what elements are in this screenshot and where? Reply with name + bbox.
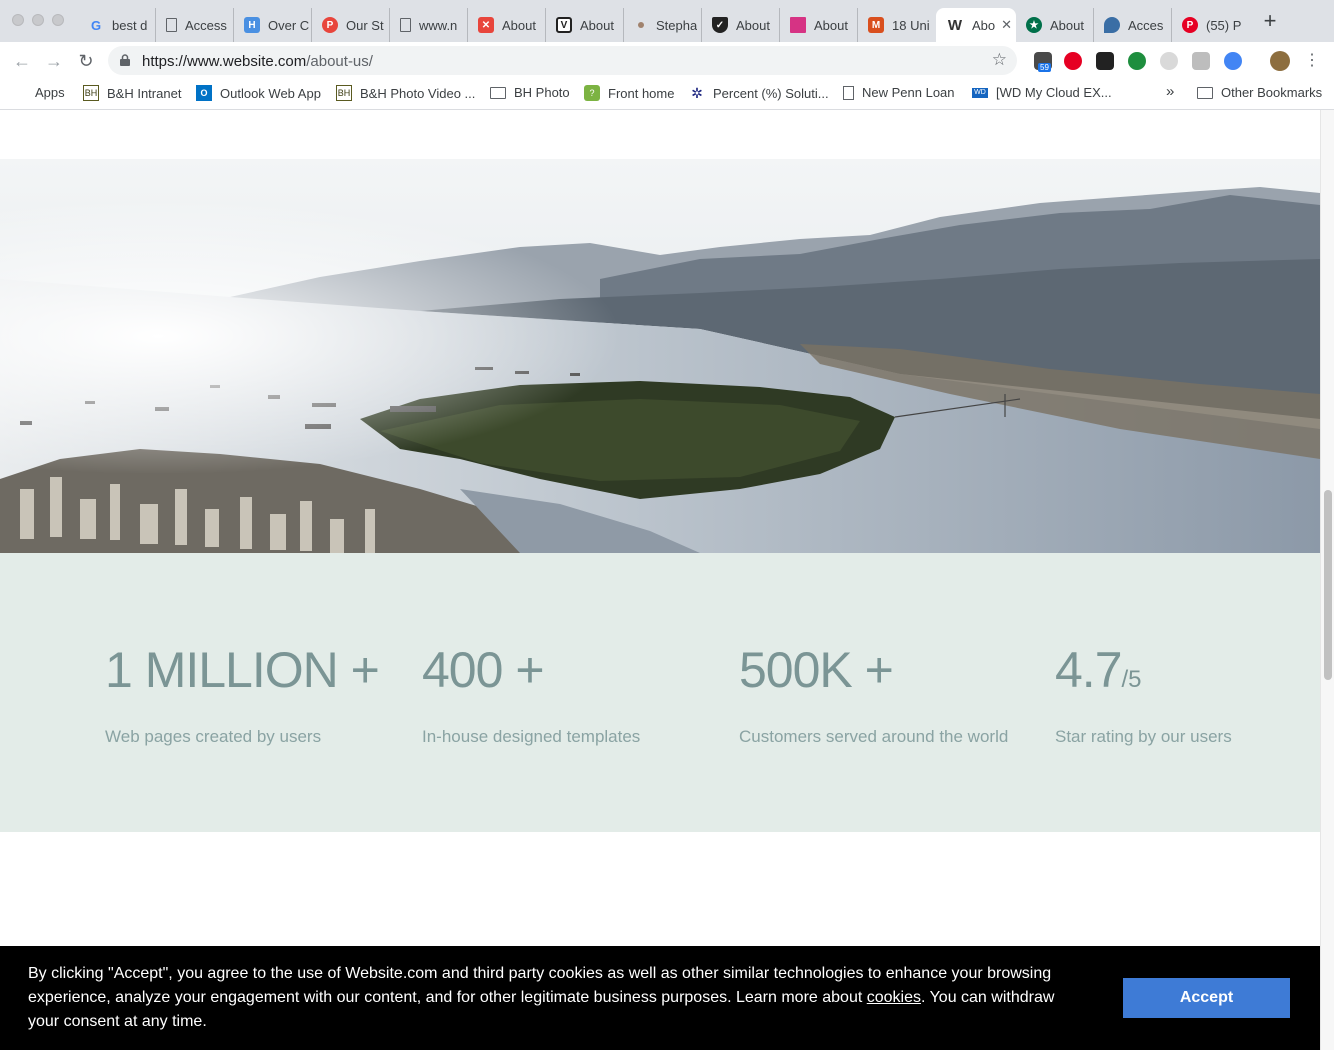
podia-icon: P — [322, 17, 338, 33]
sync-extension-icon[interactable] — [1224, 52, 1242, 70]
menu-kebab-icon[interactable]: ⋮ — [1301, 50, 1323, 72]
tab-8[interactable]: ✓ About — [702, 8, 780, 42]
tab-10[interactable]: M 18 Uni — [858, 8, 936, 42]
apps-grid-icon — [14, 86, 27, 99]
bookmarks-bar: Apps BH B&H Intranet O Outlook Web App B… — [0, 79, 1334, 110]
stat-value: 400 + — [422, 642, 545, 698]
bookmark-percent[interactable]: ✲ Percent (%) Soluti... — [689, 84, 828, 101]
url-text: https://www.website.com/about-us/ — [142, 53, 373, 70]
bookmark-outlook[interactable]: O Outlook Web App — [196, 85, 321, 101]
pink-square-icon — [790, 17, 806, 33]
tab-2[interactable]: H Over C — [234, 8, 312, 42]
tab-9[interactable]: About — [780, 8, 858, 42]
gray-extension-icon[interactable] — [1192, 52, 1210, 70]
address-bar[interactable]: https://www.website.com/about-us/ ☆ — [108, 46, 1017, 75]
tab-14[interactable]: P (55) P — [1172, 8, 1250, 42]
folder-icon — [1197, 86, 1213, 99]
tab-strip: G best d Access H Over C P Our St www.n … — [0, 0, 1334, 42]
bird-icon — [1104, 17, 1120, 33]
bookmarks-overflow-button[interactable]: » — [1166, 83, 1174, 100]
close-tab-icon[interactable]: ✕ — [1001, 17, 1012, 33]
cookie-message: By clicking "Accept", you agree to the u… — [28, 965, 1055, 1030]
stat-label: Star rating by our users — [1055, 727, 1232, 746]
tab-active[interactable]: W Abo ✕ — [936, 8, 1016, 42]
google-icon: G — [90, 17, 102, 33]
wd-icon: WD — [972, 87, 988, 98]
page-content: 1 MILLION + Web pages created by users 4… — [0, 110, 1320, 1050]
square-icon — [638, 22, 644, 28]
document-icon — [166, 18, 177, 32]
extension-badge: 59 — [1038, 63, 1051, 72]
reload-button[interactable]: ↻ — [75, 50, 97, 72]
bookmark-apps[interactable]: Apps — [14, 85, 65, 100]
w-icon: W — [947, 16, 963, 34]
profile-avatar[interactable] — [1270, 51, 1290, 71]
stat-star-rating: 4.7/5 Star rating by our users — [1055, 641, 1232, 747]
cloud-extension-icon[interactable] — [1160, 52, 1178, 70]
stat-customers: 500K + Customers served around the world — [739, 641, 1008, 747]
buffer-extension-icon[interactable] — [1096, 52, 1114, 70]
bookmark-bh-photo-video[interactable]: BH B&H Photo Video ... — [336, 85, 475, 101]
cookie-banner: By clicking "Accept", you agree to the u… — [0, 946, 1320, 1050]
cookies-link[interactable]: cookies — [867, 989, 921, 1006]
stat-web-pages: 1 MILLION + Web pages created by users — [105, 641, 380, 747]
lock-icon — [120, 54, 130, 66]
bh-icon: BH — [83, 85, 99, 101]
red-logo-icon: ✕ — [478, 17, 494, 33]
stat-label: In-house designed templates — [422, 727, 641, 746]
forward-button[interactable]: → — [43, 50, 65, 72]
window-minimize-button[interactable] — [32, 14, 44, 26]
bookmark-front-home[interactable]: ? Front home — [584, 85, 674, 101]
document-icon — [400, 18, 411, 32]
tab-3[interactable]: P Our St — [312, 8, 390, 42]
bookmark-wd-cloud[interactable]: WD [WD My Cloud EX... — [972, 85, 1112, 100]
stat-label: Customers served around the world — [739, 727, 1009, 746]
tab-7[interactable]: Stepha — [624, 8, 702, 42]
hero-image — [0, 159, 1320, 553]
stat-templates: 400 + In-house designed templates — [422, 641, 640, 747]
stat-value: 500K + — [739, 642, 894, 698]
document-icon — [843, 85, 854, 100]
front-icon: ? — [584, 85, 600, 101]
bh-icon: BH — [336, 85, 352, 101]
pinterest-extension-icon[interactable] — [1064, 52, 1082, 70]
window-close-button[interactable] — [12, 14, 24, 26]
tab-12[interactable]: ★ About — [1016, 8, 1094, 42]
outlook-icon: O — [196, 85, 212, 101]
browser-toolbar: ← → ↻ https://www.website.com/about-us/ … — [0, 42, 1334, 79]
pinterest-icon: P — [1182, 17, 1198, 33]
tab-5[interactable]: ✕ About — [468, 8, 546, 42]
stat-label: Web pages created by users — [105, 727, 322, 746]
shield-logo-icon: ✓ — [712, 17, 728, 33]
search-extension-icon[interactable] — [1128, 52, 1146, 70]
tab-1[interactable]: Access — [156, 8, 234, 42]
stats-section: 1 MILLION + Web pages created by users 4… — [0, 553, 1320, 832]
bookmark-bh-photo-folder[interactable]: BH Photo — [490, 85, 570, 100]
stat-value: 1 MILLION + — [105, 642, 380, 698]
scrollbar-thumb[interactable] — [1324, 490, 1332, 680]
tab-0[interactable]: G best d — [78, 8, 156, 42]
back-button[interactable]: ← — [11, 50, 33, 72]
bookmark-star-icon[interactable]: ☆ — [992, 50, 1007, 70]
tab-4[interactable]: www.n — [390, 8, 468, 42]
bookmark-bh-intranet[interactable]: BH B&H Intranet — [83, 85, 181, 101]
page-scrollbar[interactable] — [1320, 110, 1334, 1050]
bookmark-new-penn-loan[interactable]: New Penn Loan — [843, 85, 955, 100]
starbucks-icon: ★ — [1026, 17, 1042, 33]
m-icon: M — [868, 17, 884, 33]
folder-icon — [490, 86, 506, 99]
percent-icon: ✲ — [691, 84, 703, 101]
h-icon: H — [244, 17, 260, 33]
window-maximize-button[interactable] — [52, 14, 64, 26]
landscape-photo — [0, 159, 1320, 553]
accept-cookies-button[interactable]: Accept — [1123, 978, 1290, 1018]
v-icon: V — [556, 17, 572, 33]
tab-13[interactable]: Acces — [1094, 8, 1172, 42]
new-tab-button[interactable]: + — [1260, 10, 1280, 32]
tab-6[interactable]: V About — [546, 8, 624, 42]
bookmark-other-bookmarks[interactable]: Other Bookmarks — [1197, 85, 1322, 100]
stat-value: 4.7/5 — [1055, 642, 1142, 698]
